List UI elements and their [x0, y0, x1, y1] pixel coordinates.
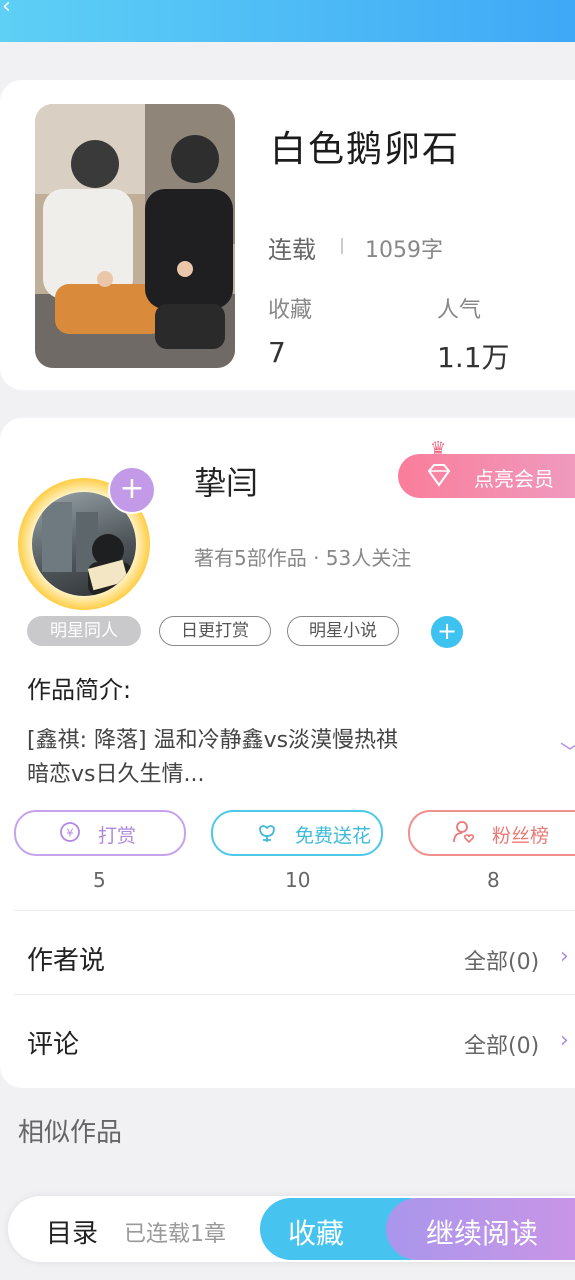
chevron-right-icon[interactable]: ›	[560, 944, 569, 969]
tip-button[interactable]: ¥ 打赏	[14, 810, 186, 856]
send-flower-button[interactable]: 免费送花	[211, 810, 383, 856]
intro-line: [鑫祺: 降落] 温和冷静鑫vs淡漠慢热祺	[27, 728, 399, 753]
tip-count: 5	[93, 868, 106, 892]
flower-label: 免费送花	[295, 825, 372, 847]
book-cover-image[interactable]	[35, 104, 235, 368]
popularity-count: 1.1万	[437, 341, 510, 374]
author-says-all-link[interactable]: 全部(0)	[464, 944, 539, 976]
diamond-icon	[427, 464, 451, 487]
expand-chevron-icon[interactable]: ﹀	[560, 736, 575, 765]
table-of-contents-button[interactable]: 目录	[46, 1213, 98, 1250]
svg-text:¥: ¥	[67, 827, 74, 840]
divider	[14, 910, 575, 911]
chevron-right-icon[interactable]: ›	[560, 1028, 569, 1053]
continue-reading-button[interactable]: 继续阅读	[386, 1198, 575, 1260]
book-info-card: 白色鹅卵石 连载 1059字 收藏 人气 7 1.1万	[0, 80, 575, 390]
read-label: 继续阅读	[426, 1217, 539, 1250]
intro-line: 暗恋vs日久生情...	[27, 762, 205, 787]
flower-count: 10	[285, 868, 311, 892]
vip-label: 点亮会员	[474, 467, 554, 491]
similar-works-heading: 相似作品	[18, 1118, 123, 1148]
favorite-label: 收藏	[288, 1217, 345, 1250]
serial-status: 连载	[268, 236, 316, 264]
tag-item[interactable]: 明星同人	[27, 616, 141, 646]
back-arrow-icon[interactable]: ‹	[2, 0, 11, 19]
tip-label: 打赏	[98, 825, 137, 847]
intro-text[interactable]: [鑫祺: 降落] 温和冷静鑫vs淡漠慢热祺 暗恋vs日久生情...	[27, 724, 487, 792]
popularity-label: 人气	[437, 298, 482, 323]
divider	[341, 238, 343, 254]
divider	[14, 994, 575, 995]
bottom-action-bar: 目录 已连载1章 收藏 继续阅读	[8, 1196, 575, 1262]
top-bar: ‹	[0, 0, 575, 42]
intro-title: 作品简介:	[27, 676, 132, 704]
comments-label[interactable]: 评论	[27, 1024, 79, 1061]
tag-item[interactable]: 日更打赏	[159, 616, 271, 646]
favorites-count: 7	[268, 336, 286, 369]
fan-heart-icon	[453, 821, 475, 844]
book-title: 白色鹅卵石	[270, 129, 461, 170]
author-says-label[interactable]: 作者说	[27, 940, 105, 977]
fan-ranking-button[interactable]: 粉丝榜	[408, 810, 575, 856]
coin-icon: ¥	[60, 822, 80, 842]
add-tag-button[interactable]: +	[431, 616, 463, 648]
word-count: 1059字	[365, 238, 443, 263]
fan-count: 8	[487, 868, 500, 892]
tag-item[interactable]: 明星小说	[287, 616, 399, 646]
flower-icon	[259, 825, 275, 842]
favorites-label: 收藏	[268, 298, 313, 323]
author-stats: 著有5部作品 · 53人关注	[194, 546, 412, 570]
author-name[interactable]: 挚闫	[194, 458, 258, 504]
chapter-count: 已连载1章	[124, 1222, 226, 1247]
activate-vip-button[interactable]: 点亮会员	[398, 454, 575, 498]
comments-all-link[interactable]: 全部(0)	[464, 1028, 539, 1060]
follow-author-button[interactable]: +	[108, 466, 156, 514]
author-card: + 挚闫 著有5部作品 · 53人关注 ♛ 点亮会员 明星同人 日更打赏 明星小…	[0, 418, 575, 1088]
fan-label: 粉丝榜	[492, 825, 550, 847]
